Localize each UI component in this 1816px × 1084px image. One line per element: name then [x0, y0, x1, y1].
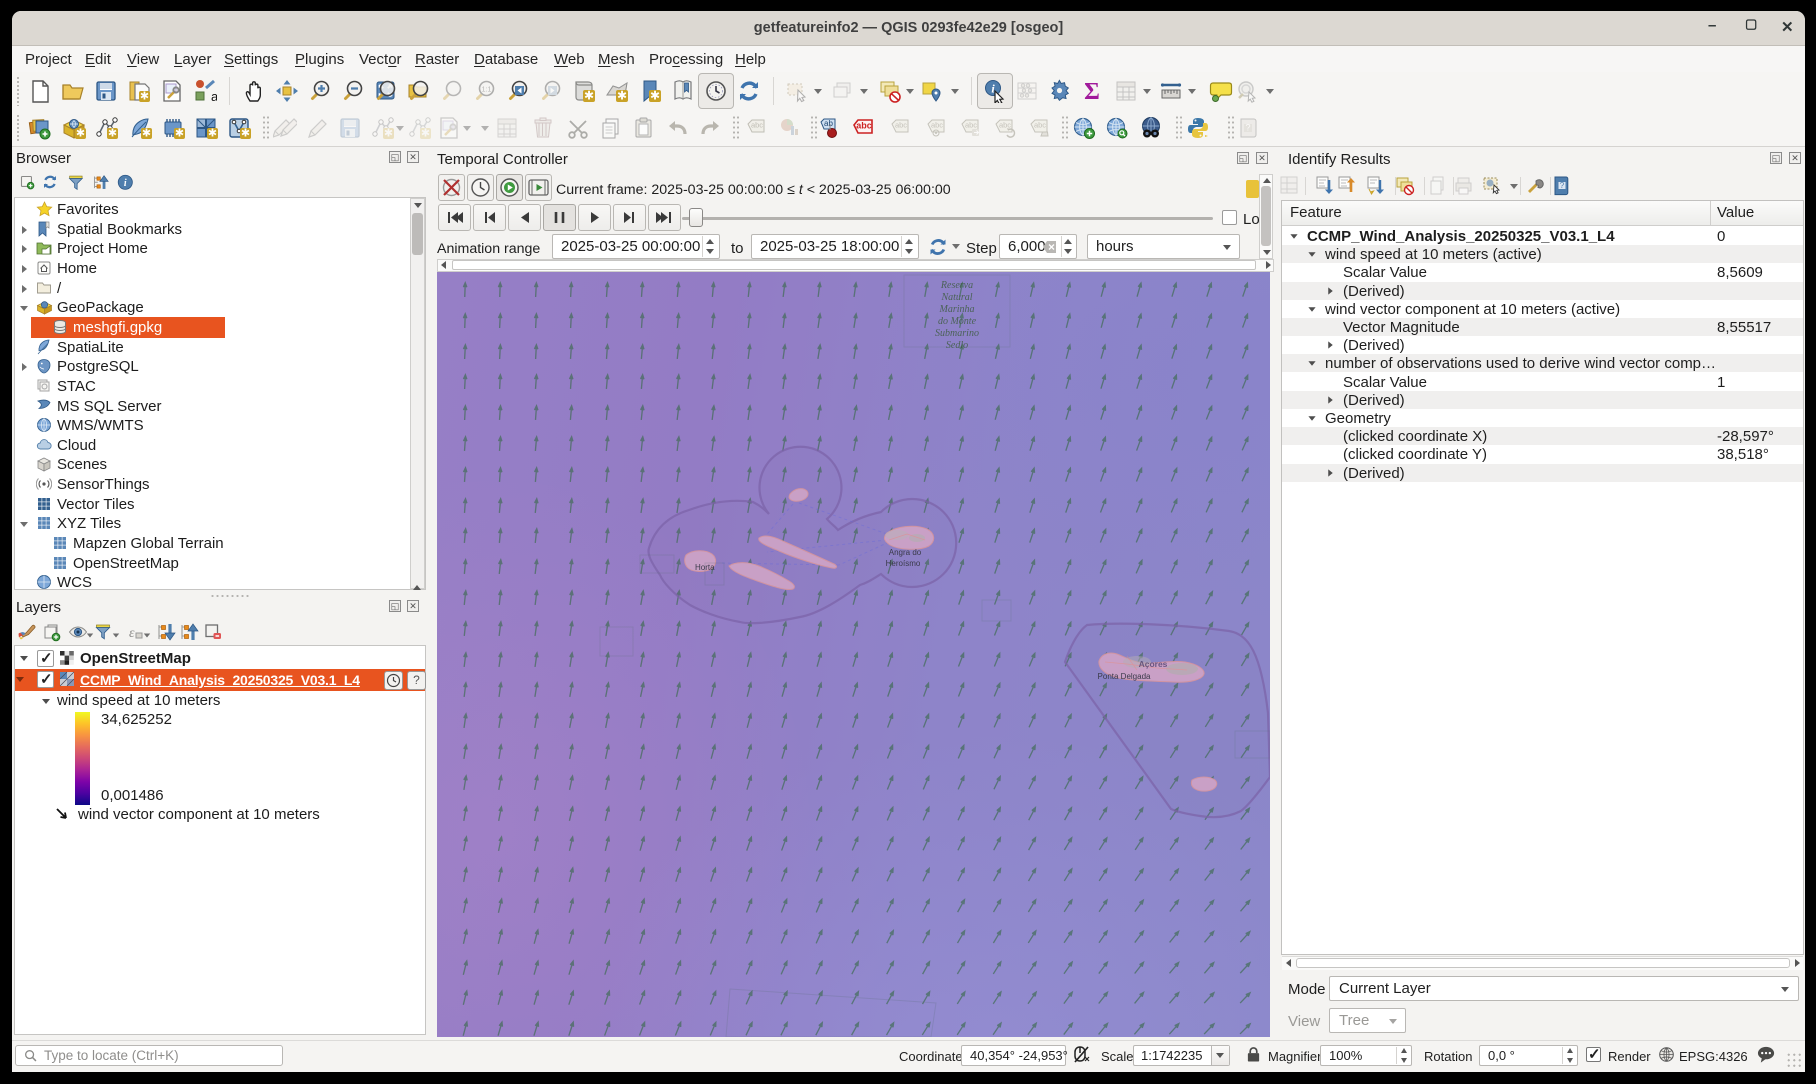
svg-text:ReservaNaturalMarinhado MonteS: ReservaNaturalMarinhado MonteSubmarinoSe…	[935, 280, 979, 351]
svg-text:?: ?	[1560, 181, 1565, 190]
svg-text:✱: ✱	[421, 128, 430, 140]
svg-text:ab: ab	[824, 119, 833, 128]
svg-text:Ponta Delgada: Ponta Delgada	[1098, 672, 1151, 681]
svg-text:i: i	[124, 178, 127, 189]
svg-text:?: ?	[1245, 123, 1250, 133]
svg-text:abc: abc	[931, 121, 943, 130]
svg-text:abc: abc	[965, 121, 977, 130]
svg-text:Heroísmo: Heroísmo	[886, 559, 921, 568]
svg-text:1:1: 1:1	[482, 87, 492, 94]
svg-text:Açores: Açores	[1139, 659, 1168, 669]
svg-text:✱: ✱	[76, 128, 85, 140]
svg-text:✱: ✱	[108, 128, 117, 140]
svg-text:✱: ✱	[142, 128, 151, 140]
svg-text:✱: ✱	[241, 128, 250, 140]
svg-text:✱: ✱	[208, 128, 217, 140]
svg-text:✱: ✱	[584, 89, 594, 103]
svg-text:abc: abc	[856, 121, 872, 131]
svg-text:abc: abc	[751, 121, 763, 130]
svg-text:✱: ✱	[140, 91, 149, 103]
svg-text:Σ: Σ	[1084, 79, 1100, 103]
svg-text:abc: abc	[895, 121, 907, 130]
svg-text:✱: ✱	[175, 128, 184, 140]
svg-text:a: a	[211, 89, 217, 103]
svg-text:Horta: Horta	[695, 563, 715, 572]
svg-text:ε: ε	[129, 626, 135, 641]
svg-text:✱: ✱	[617, 89, 627, 103]
svg-text:Angra do: Angra do	[889, 548, 922, 557]
svg-text:abc: abc	[999, 121, 1011, 130]
svg-text:✱: ✱	[650, 89, 660, 103]
svg-text:abc: abc	[1034, 121, 1046, 130]
svg-text:✱: ✱	[384, 128, 393, 140]
